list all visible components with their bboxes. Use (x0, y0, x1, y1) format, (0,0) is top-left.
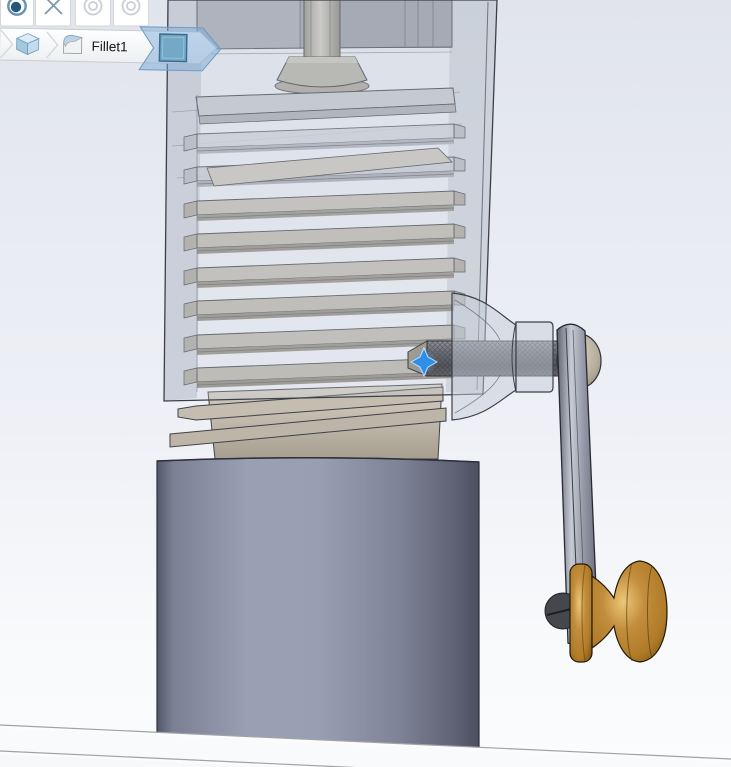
context-toolbar-button-3[interactable] (75, 0, 111, 27)
graphics-area[interactable] (0, 0, 731, 767)
context-toolbar-button-4[interactable] (113, 0, 149, 27)
selected-face-icon (158, 33, 188, 63)
context-toolbar (0, 0, 149, 27)
cad-viewport[interactable]: Fillet1 (0, 0, 731, 767)
breadcrumb: Fillet1 (0, 26, 222, 72)
crank-knob[interactable] (569, 560, 668, 663)
context-toolbar-button-1[interactable] (0, 0, 34, 27)
glass-bell-boss[interactable] (451, 292, 554, 421)
base-cylinder[interactable] (156, 456, 480, 750)
context-toolbar-button-2[interactable] (35, 0, 71, 27)
fillet-feature-icon (63, 34, 83, 55)
breadcrumb-label: Fillet1 (92, 39, 128, 55)
